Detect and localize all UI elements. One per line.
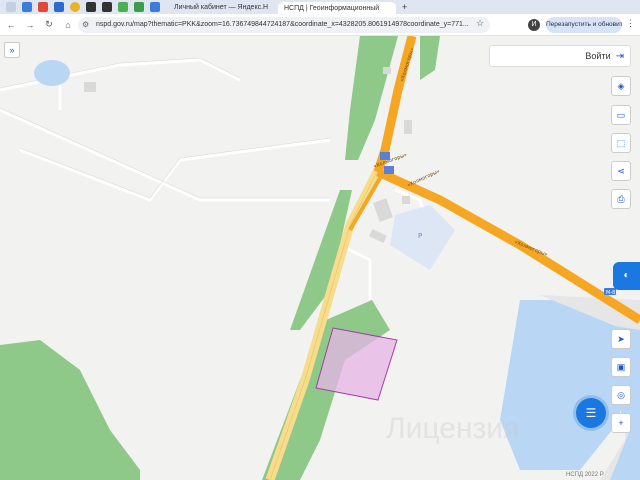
zoom-in-button[interactable]: + (611, 413, 631, 433)
zoom-in-icon: + (618, 418, 624, 428)
home-icon[interactable]: ⌂ (60, 20, 76, 30)
browser-tab-bar: Личный кабинет — Яндекс.Н НСПД | Геоинфо… (0, 0, 640, 14)
login-icon: ⇥ (615, 50, 624, 62)
tab-favicon[interactable] (118, 2, 128, 12)
expand-icon: » (9, 45, 15, 55)
new-tab-button[interactable]: + (396, 1, 413, 13)
restart-update-button[interactable]: Перезапустить и обновить (546, 17, 622, 33)
tab-nspd[interactable]: НСПД | Геоинформационный (278, 2, 396, 14)
assistant-icon: ☰ (585, 406, 597, 420)
select-area-icon: ⬚ (616, 138, 626, 148)
browser-toolbar: ← → ↻ ⌂ ⚙ nspd.gov.ru/map?thematic=PKK&z… (0, 14, 640, 36)
building (84, 82, 96, 92)
reload-icon[interactable]: ↻ (41, 19, 57, 30)
tab-favicon[interactable] (86, 2, 96, 12)
tab-favicon[interactable] (102, 2, 112, 12)
map-copyright: НСПД 2022 Р (566, 472, 604, 478)
building (404, 120, 412, 134)
building (383, 67, 391, 74)
chevron-down-icon[interactable] (6, 2, 16, 12)
tab-favicon[interactable] (38, 2, 48, 12)
forward-icon[interactable]: → (22, 20, 38, 30)
url-text: nspd.gov.ru/map?thematic=PKK&zoom=16.736… (96, 21, 469, 28)
share-icon: ⋖ (617, 166, 625, 176)
back-icon[interactable]: ← (3, 20, 19, 30)
share-button[interactable]: ⋖ (611, 161, 631, 181)
assistant-button[interactable]: ☰ (576, 398, 606, 428)
print-button[interactable]: ⎙ (611, 189, 631, 209)
parking-label: P (418, 232, 422, 240)
tab-label: Личный кабинет — Яндекс.Н (174, 3, 269, 11)
layers-icon: ◈ (617, 81, 625, 91)
login-label: Войти (585, 51, 611, 61)
expand-panel-button[interactable]: » (4, 42, 20, 58)
profile-avatar[interactable]: И (528, 19, 540, 31)
tab-favicon[interactable] (54, 2, 64, 12)
pond (34, 60, 70, 86)
tab-favicon[interactable] (150, 2, 160, 12)
site-info-icon[interactable]: ⚙ (82, 17, 89, 33)
measure-button[interactable]: ▭ (611, 105, 631, 125)
chat-tab-button[interactable]: ◐ (613, 262, 640, 290)
layers-button[interactable]: ◈ (611, 76, 631, 96)
road-badge-label: М-8 (606, 290, 615, 296)
tab-favicon[interactable] (134, 2, 144, 12)
bus-stop-icon[interactable] (384, 166, 394, 174)
bookmark-star-icon[interactable]: ☆ (476, 18, 484, 29)
map-layer: «Холмогоры» «Холмогоры» «Холмогоры» «Хол… (0, 36, 640, 480)
geo-search-icon: ◎ (617, 390, 625, 400)
map-watermark: Лицензия (386, 412, 520, 445)
legend-button[interactable]: ▣ (611, 357, 631, 377)
select-area-button[interactable]: ⬚ (611, 133, 631, 153)
ruler-icon: ▭ (616, 110, 626, 120)
bus-stop-icon[interactable] (380, 152, 390, 160)
geo-search-button[interactable]: ◎ (611, 385, 631, 405)
tab-label: НСПД | Геоинформационный (284, 4, 380, 12)
navigate-button[interactable]: ➤ (611, 329, 631, 349)
browser-menu-icon[interactable]: ⋮ (626, 18, 635, 29)
tab-yandex-cabinet[interactable]: Личный кабинет — Яндекс.Н (168, 1, 278, 13)
print-icon: ⎙ (617, 194, 625, 204)
chat-icon: ◐ (623, 270, 630, 281)
tab-favicon[interactable] (70, 2, 80, 12)
navigate-icon: ➤ (617, 334, 625, 344)
address-bar[interactable]: ⚙ nspd.gov.ru/map?thematic=PKK&zoom=16.7… (78, 17, 490, 33)
login-button[interactable]: Войти ⇥ (489, 45, 631, 67)
map-canvas[interactable]: «Холмогоры» «Холмогоры» «Холмогоры» «Хол… (0, 36, 640, 480)
building (402, 196, 410, 204)
legend-icon: ▣ (616, 362, 626, 372)
tab-favicon[interactable] (22, 2, 32, 12)
